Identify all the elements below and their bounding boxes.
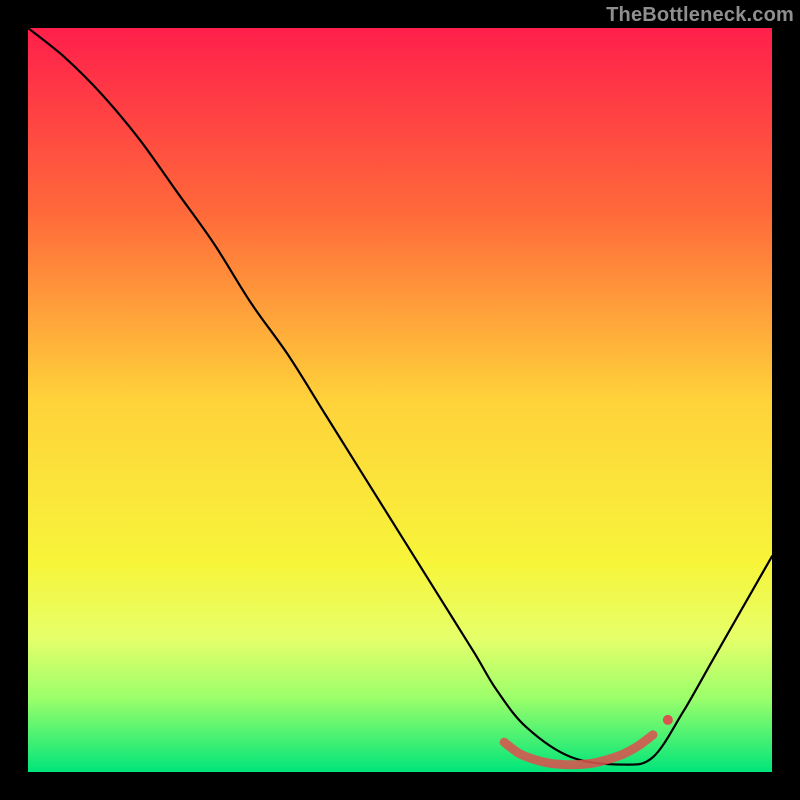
chart-svg (28, 28, 772, 772)
annotation-layer (663, 715, 673, 725)
plot-area (28, 28, 772, 772)
watermark-text: TheBottleneck.com (606, 4, 794, 27)
annotation-dot (663, 715, 673, 725)
chart-frame: TheBottleneck.com (0, 0, 800, 800)
